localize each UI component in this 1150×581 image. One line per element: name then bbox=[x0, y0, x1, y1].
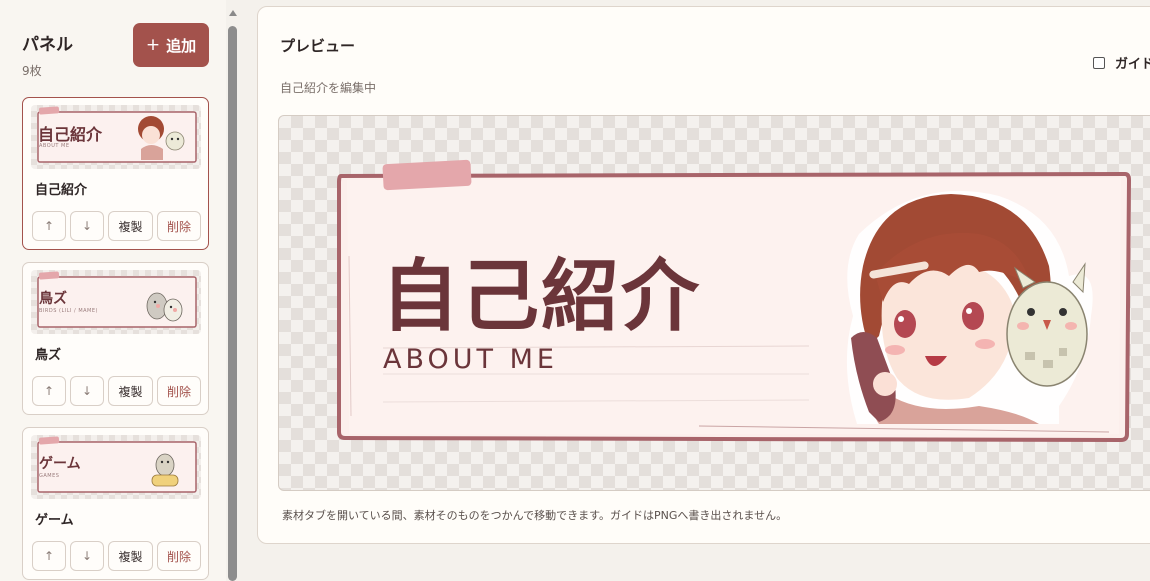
move-down-button[interactable]: ↓ bbox=[70, 211, 104, 241]
delete-button[interactable]: 削除 bbox=[157, 211, 201, 241]
panel-card-about-me[interactable]: 自己紹介 ABOUT ME 自己紹介 ↑ ↓ 複製 削除 bbox=[22, 97, 209, 250]
guide-toggle[interactable]: ガイド bbox=[1093, 53, 1150, 72]
move-down-button[interactable]: ↓ bbox=[70, 376, 104, 406]
panel-count: 9枚 bbox=[22, 64, 42, 78]
panel-sidebar: パネル 9枚 + 追加 自己紹介 ABOUT ME 自己紹介 ↑ ↓ 複製 削除 bbox=[0, 0, 226, 581]
scrollbar-thumb[interactable] bbox=[228, 26, 237, 581]
move-down-button[interactable]: ↓ bbox=[70, 541, 104, 571]
panel-thumbnail: ゲーム GAMES bbox=[31, 435, 201, 499]
thumbnail-title: 自己紹介 bbox=[38, 125, 103, 144]
sidebar-title: パネル bbox=[22, 35, 73, 55]
banner-subtitle: ABOUT ME bbox=[383, 344, 558, 375]
preview-note: 素材タブを開いている間、素材そのものをつかんで移動できます。ガイドはPNGへ書き… bbox=[282, 509, 788, 522]
panel-thumbnail: 自己紹介 ABOUT ME bbox=[31, 105, 201, 169]
guide-label: ガイド bbox=[1115, 57, 1150, 72]
preview-title: プレビュー bbox=[280, 37, 356, 55]
panel-thumbnail: 鳥ズ BIRDS (LILI / MAME) bbox=[31, 270, 201, 334]
card-name: 自己紹介 bbox=[35, 183, 88, 198]
guide-checkbox[interactable] bbox=[1093, 56, 1105, 69]
thumbnail-subtitle: ABOUT ME bbox=[39, 143, 70, 149]
add-panel-button[interactable]: + 追加 bbox=[133, 23, 209, 67]
preview-subtitle: 自己紹介を編集中 bbox=[280, 81, 377, 95]
card-name: ゲーム bbox=[35, 513, 74, 528]
add-button-label: 追加 bbox=[166, 36, 197, 55]
delete-button[interactable]: 削除 bbox=[157, 376, 201, 406]
panel-card-birds[interactable]: 鳥ズ BIRDS (LILI / MAME) 鳥ズ ↑ ↓ 複製 削除 bbox=[22, 262, 209, 415]
panel-card-games[interactable]: ゲーム GAMES ゲーム ↑ ↓ 複製 削除 bbox=[22, 427, 209, 580]
delete-button[interactable]: 削除 bbox=[157, 541, 201, 571]
thumbnail-title: 鳥ズ bbox=[39, 291, 67, 307]
duplicate-button[interactable]: 複製 bbox=[108, 211, 153, 241]
move-up-button[interactable]: ↑ bbox=[32, 541, 66, 571]
duplicate-button[interactable]: 複製 bbox=[108, 376, 153, 406]
thumbnail-title: ゲーム bbox=[39, 456, 81, 472]
move-up-button[interactable]: ↑ bbox=[32, 376, 66, 406]
preview-canvas[interactable]: 自己紹介 ABOUT ME bbox=[278, 115, 1150, 491]
card-name: 鳥ズ bbox=[35, 348, 62, 363]
banner-title: 自己紹介 bbox=[381, 252, 702, 342]
thumbnail-subtitle: BIRDS (LILI / MAME) bbox=[39, 308, 98, 314]
plus-icon: + bbox=[145, 35, 161, 55]
thumbnail-subtitle: GAMES bbox=[39, 473, 60, 479]
duplicate-button[interactable]: 複製 bbox=[108, 541, 153, 571]
preview-panel: プレビュー 自己紹介を編集中 ガイド 自己紹介 ABOUT ME 素材タブを開い… bbox=[257, 6, 1150, 544]
move-up-button[interactable]: ↑ bbox=[32, 211, 66, 241]
scroll-up-arrow-icon[interactable] bbox=[229, 10, 237, 16]
sidebar-scrollbar[interactable] bbox=[227, 8, 238, 581]
